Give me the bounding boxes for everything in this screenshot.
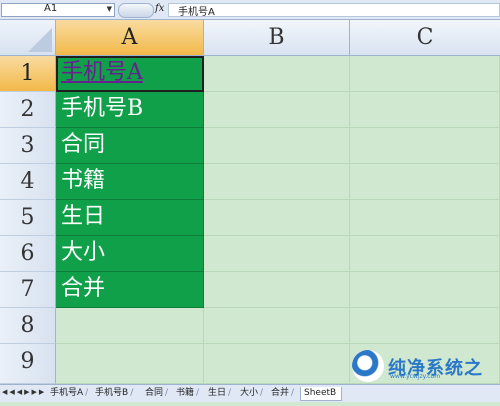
sheet-tab[interactable]: 生日 bbox=[208, 387, 231, 400]
cell-a9[interactable] bbox=[56, 344, 204, 384]
cell-c7[interactable] bbox=[350, 272, 500, 308]
name-box-value: A1 bbox=[44, 3, 58, 14]
sheet-tab[interactable]: 书籍 bbox=[176, 387, 199, 400]
cell-b2[interactable] bbox=[204, 92, 350, 128]
cell-a1[interactable]: 手机号A bbox=[56, 56, 204, 92]
cell-a2[interactable]: 手机号B bbox=[56, 92, 204, 128]
sheet-tab[interactable]: 合同 bbox=[145, 387, 168, 400]
sheet-nav-arrows-icon[interactable]: ◀◀◀▶▶▶ bbox=[2, 388, 46, 396]
row-header-6[interactable]: 6 bbox=[0, 236, 56, 272]
cell-b5[interactable] bbox=[204, 200, 350, 236]
function-icon[interactable]: fx bbox=[155, 3, 164, 14]
cell-c4[interactable] bbox=[350, 164, 500, 200]
select-all-button[interactable] bbox=[0, 20, 56, 56]
formula-bar: A1 ▼ fx 手机号A bbox=[0, 0, 500, 20]
cell-a8[interactable] bbox=[56, 308, 204, 344]
cell-c6[interactable] bbox=[350, 236, 500, 272]
cell-a4[interactable]: 书籍 bbox=[56, 164, 204, 200]
row-header-5[interactable]: 5 bbox=[0, 200, 56, 236]
column-header-a[interactable]: A bbox=[56, 20, 204, 56]
formula-input[interactable]: 手机号A bbox=[168, 3, 500, 18]
watermark-url: www.ycwjzy.com bbox=[390, 373, 441, 380]
name-box[interactable]: A1 ▼ bbox=[1, 3, 115, 17]
sheet-tab-bar: ◀◀◀▶▶▶ 手机号A 手机号B 合同 书籍 生日 大小 合并 SheetB bbox=[0, 384, 500, 402]
column-header-b[interactable]: B bbox=[204, 20, 350, 56]
cell-b1[interactable] bbox=[204, 56, 350, 92]
cell-c3[interactable] bbox=[350, 128, 500, 164]
row-header-3[interactable]: 3 bbox=[0, 128, 56, 164]
sheet-tab[interactable]: 手机号B bbox=[95, 387, 133, 400]
cell-b7[interactable] bbox=[204, 272, 350, 308]
watermark-logo: 纯净系统之家 www.ycwjzy.com bbox=[352, 350, 497, 405]
cell-b6[interactable] bbox=[204, 236, 350, 272]
row-header-4[interactable]: 4 bbox=[0, 164, 56, 200]
cell-b4[interactable] bbox=[204, 164, 350, 200]
chevron-down-icon[interactable]: ▼ bbox=[107, 5, 112, 13]
cell-b9[interactable] bbox=[204, 344, 350, 384]
cell-a7[interactable]: 合并 bbox=[56, 272, 204, 308]
cell-b8[interactable] bbox=[204, 308, 350, 344]
row-header-9[interactable]: 9 bbox=[0, 344, 56, 384]
sheet-tab[interactable]: 大小 bbox=[240, 387, 263, 400]
cell-c1[interactable] bbox=[350, 56, 500, 92]
row-header-8[interactable]: 8 bbox=[0, 308, 56, 344]
cell-c2[interactable] bbox=[350, 92, 500, 128]
cell-a3[interactable]: 合同 bbox=[56, 128, 204, 164]
column-header-c[interactable]: C bbox=[350, 20, 500, 56]
cell-a5[interactable]: 生日 bbox=[56, 200, 204, 236]
sheet-tab-active[interactable]: SheetB bbox=[300, 387, 343, 401]
cell-a6[interactable]: 大小 bbox=[56, 236, 204, 272]
brand-logo-icon bbox=[352, 350, 384, 382]
row-header-1[interactable]: 1 bbox=[0, 56, 56, 92]
cell-c5[interactable] bbox=[350, 200, 500, 236]
cell-b3[interactable] bbox=[204, 128, 350, 164]
cell-c8[interactable] bbox=[350, 308, 500, 344]
formula-bar-resize-handle[interactable] bbox=[118, 3, 154, 18]
sheet-tab[interactable]: 手机号A bbox=[50, 387, 88, 400]
row-header-7[interactable]: 7 bbox=[0, 272, 56, 308]
sheet-tab[interactable]: 合并 bbox=[271, 387, 294, 400]
row-header-2[interactable]: 2 bbox=[0, 92, 56, 128]
formula-input-value: 手机号A bbox=[178, 7, 215, 18]
